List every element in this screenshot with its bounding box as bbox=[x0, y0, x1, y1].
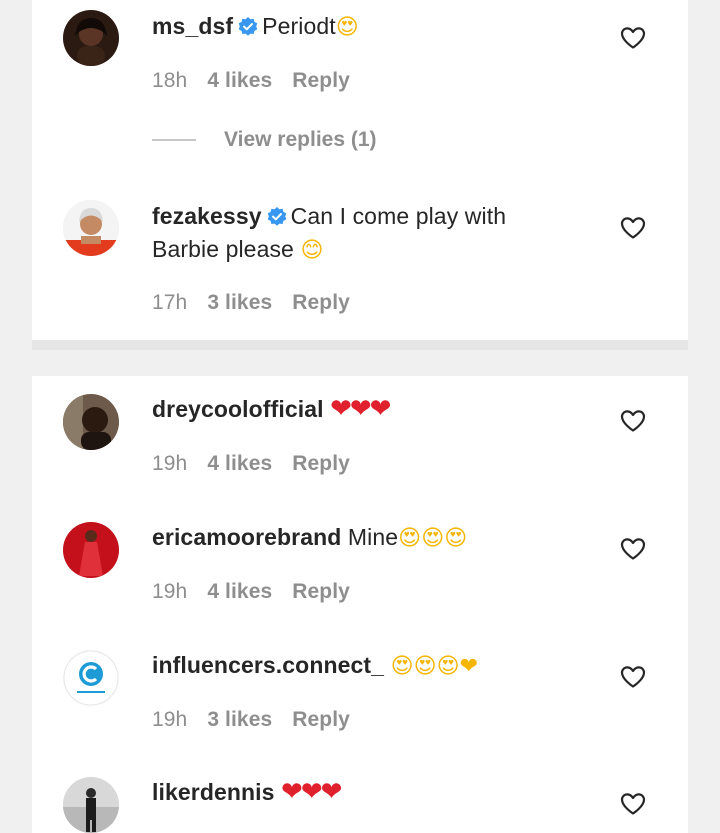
comment-meta: 19h 4 likes Reply bbox=[152, 452, 350, 476]
heart-eyes-emoji: 😍 bbox=[335, 15, 359, 40]
red-heart-emoji: ❤❤❤ bbox=[281, 777, 342, 807]
comment-username[interactable]: ericamoorebrand bbox=[152, 524, 341, 550]
reply-button[interactable]: Reply bbox=[292, 708, 350, 731]
verified-badge-icon bbox=[267, 207, 287, 227]
comment-card: dreycoolofficial ❤❤❤ 19h 4 likes Reply eri… bbox=[32, 376, 688, 833]
comment-meta: 19h 4 likes Reply bbox=[152, 580, 350, 604]
heart-outline-icon[interactable] bbox=[620, 409, 646, 433]
verified-badge-icon bbox=[238, 17, 258, 37]
comment-text: fezakessy Can I come play with Barbie ple… bbox=[152, 200, 562, 266]
comment-username[interactable]: influencers.connect_ bbox=[152, 652, 384, 678]
reply-button[interactable]: Reply bbox=[292, 69, 350, 92]
heart-outline-icon[interactable] bbox=[620, 792, 646, 816]
comment-likes-count[interactable]: 4 likes bbox=[207, 69, 272, 92]
comment-text: dreycoolofficial ❤❤❤ bbox=[152, 393, 562, 426]
smiling-face-emoji: 😊 bbox=[300, 238, 324, 263]
comment-likes-count[interactable]: 3 likes bbox=[207, 708, 272, 731]
avatar[interactable] bbox=[63, 10, 119, 66]
section-divider bbox=[32, 340, 688, 350]
comment-likes-count[interactable]: 3 likes bbox=[207, 291, 272, 314]
avatar[interactable] bbox=[63, 650, 119, 706]
comment-body: Periodt bbox=[262, 13, 336, 39]
comment-timestamp[interactable]: 19h bbox=[152, 452, 187, 475]
comment-timestamp[interactable]: 19h bbox=[152, 580, 187, 603]
heart-outline-icon[interactable] bbox=[620, 537, 646, 561]
reply-button[interactable]: Reply bbox=[292, 452, 350, 475]
avatar[interactable] bbox=[63, 522, 119, 578]
comment-username[interactable]: fezakessy bbox=[152, 203, 262, 229]
comment-text: ericamoorebrand Mine😍😍😍 bbox=[152, 521, 562, 554]
reply-button[interactable]: Reply bbox=[292, 291, 350, 314]
avatar[interactable] bbox=[63, 777, 119, 833]
heart-eyes-emoji: 😍😍😍❤ bbox=[390, 654, 479, 679]
comment-text: likerdennis ❤❤❤ bbox=[152, 776, 562, 809]
heart-outline-icon[interactable] bbox=[620, 665, 646, 689]
comment-likes-count[interactable]: 4 likes bbox=[207, 580, 272, 603]
comment-body: Mine bbox=[347, 524, 399, 550]
comment-meta: 18h 4 likes Reply bbox=[152, 69, 350, 93]
comment-username[interactable]: dreycoolofficial bbox=[152, 396, 324, 422]
red-heart-emoji: ❤❤❤ bbox=[330, 394, 391, 424]
view-replies-button[interactable]: View replies (1) bbox=[152, 128, 377, 152]
comment-timestamp[interactable]: 19h bbox=[152, 708, 187, 731]
comment-card: ms_dsf Periodt😍 18h 4 likes Reply View repl… bbox=[32, 0, 688, 340]
heart-outline-icon[interactable] bbox=[620, 216, 646, 240]
avatar[interactable] bbox=[63, 394, 119, 450]
heart-eyes-emoji: 😍😍😍 bbox=[398, 526, 468, 551]
comment-username[interactable]: ms_dsf bbox=[152, 13, 233, 39]
comment-timestamp[interactable]: 18h bbox=[152, 69, 187, 92]
comment-meta: 17h 3 likes Reply bbox=[152, 291, 350, 315]
comment-meta: 19h 3 likes Reply bbox=[152, 708, 350, 732]
avatar[interactable] bbox=[63, 200, 119, 256]
comment-timestamp[interactable]: 17h bbox=[152, 291, 187, 314]
view-replies-label: View replies (1) bbox=[224, 128, 377, 151]
comment-likes-count[interactable]: 4 likes bbox=[207, 452, 272, 475]
comment-text: ms_dsf Periodt😍 bbox=[152, 10, 562, 43]
heart-outline-icon[interactable] bbox=[620, 26, 646, 50]
reply-button[interactable]: Reply bbox=[292, 580, 350, 603]
comment-username[interactable]: likerdennis bbox=[152, 779, 275, 805]
comment-text: influencers.connect_ 😍😍😍❤ bbox=[152, 649, 562, 682]
view-replies-divider bbox=[152, 139, 196, 142]
